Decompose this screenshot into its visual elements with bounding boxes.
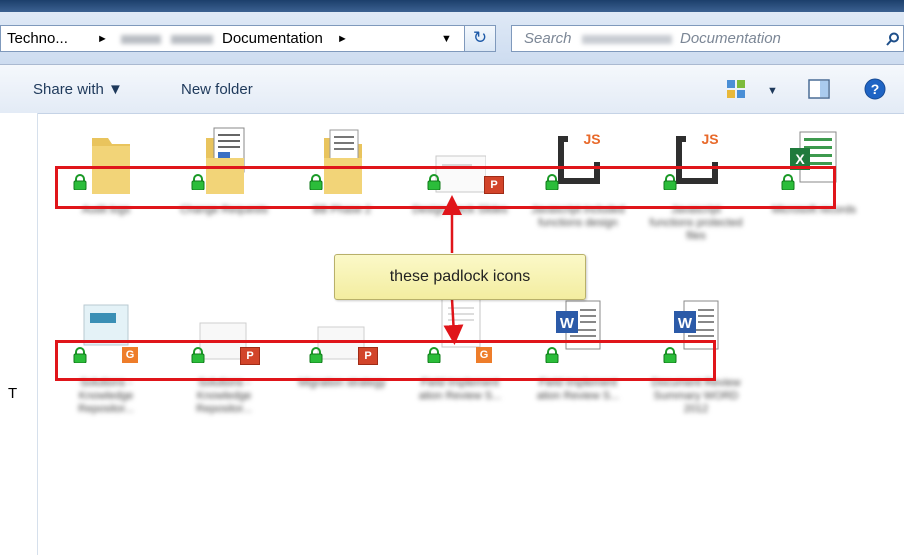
search-placeholder-suffix: Documentation	[680, 30, 781, 47]
breadcrumb-technology[interactable]: Techno...	[7, 30, 68, 47]
file-name: Document Review Summary WORD 2012	[651, 377, 741, 415]
file-name: Solutions - Knowledge Repositor...	[78, 377, 134, 415]
help-glyph: ?	[871, 81, 880, 97]
highlight-box-row-2	[55, 340, 716, 381]
address-bar[interactable]: Techno... ► Documentation ► ▼	[0, 25, 494, 52]
share-with-button[interactable]: Share with ▼	[33, 81, 123, 98]
word-badge: W	[560, 315, 575, 332]
js-badge: JS	[583, 131, 600, 147]
file-name: Javascript functions protected files	[649, 204, 743, 242]
callout-text: these padlock icons	[389, 268, 531, 285]
new-folder-button[interactable]: New folder	[181, 81, 253, 98]
word-badge: W	[678, 315, 693, 332]
excel-badge: X	[795, 151, 805, 167]
breadcrumb-redacted-2[interactable]	[171, 35, 213, 44]
search-placeholder: Search	[524, 30, 572, 47]
nav-pane-letter: T	[8, 385, 18, 402]
file-name: Solutions - Knowledge Repositor...	[196, 377, 252, 415]
refresh-button[interactable]: ↻	[464, 25, 496, 52]
refresh-icon: ↻	[472, 28, 488, 47]
search-box[interactable]: Search Documentation	[511, 25, 904, 52]
chevron-right-icon[interactable]: ►	[337, 33, 348, 45]
search-redacted-text	[582, 35, 672, 44]
help-icon[interactable]: ?	[864, 78, 886, 100]
address-bar-area: Techno... ► Documentation ► ▼ ↻ Search D…	[0, 12, 904, 65]
change-view-icon[interactable]	[726, 79, 746, 99]
breadcrumb-documentation[interactable]: Documentation	[222, 30, 323, 47]
address-history-dropdown[interactable]: ▼	[441, 33, 452, 45]
js-badge: JS	[701, 131, 718, 147]
arrow-down-icon	[443, 298, 464, 345]
breadcrumb-redacted-1[interactable]	[121, 35, 161, 44]
view-options-dropdown[interactable]: ▼	[767, 85, 778, 97]
preview-pane-icon[interactable]	[808, 79, 830, 99]
window-title-bar	[0, 0, 904, 12]
chevron-right-icon[interactable]: ►	[97, 33, 108, 45]
annotation-callout: these padlock icons	[334, 254, 586, 300]
search-icon[interactable]	[886, 32, 900, 46]
navigation-pane[interactable]: T	[0, 113, 38, 555]
command-bar: Share with ▼ New folder ▼ ?	[0, 65, 904, 114]
